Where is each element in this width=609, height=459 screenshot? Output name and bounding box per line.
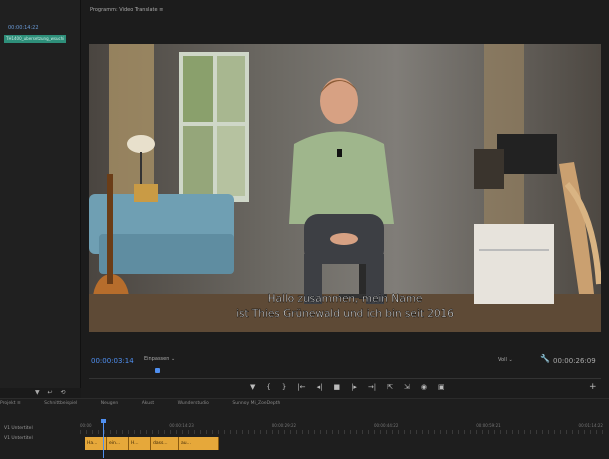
- tv: [497, 134, 557, 174]
- quality-label: Voll: [498, 357, 507, 363]
- monitor-playhead[interactable]: [155, 368, 160, 373]
- current-timecode[interactable]: 00:00:03:14: [91, 357, 134, 365]
- chevron-down-icon: ⌄: [508, 357, 513, 363]
- subtitle-clip[interactable]: au...: [179, 437, 219, 450]
- left-timecode: 00:00:14:22: [8, 25, 39, 31]
- subtitle-clip[interactable]: ein...: [107, 437, 129, 450]
- timeline-ruler[interactable]: [80, 430, 605, 434]
- tab-project[interactable]: Projekt ≡: [0, 401, 21, 406]
- tick-label: 00:00:59:21: [476, 423, 501, 428]
- extract-button[interactable]: ⇲: [404, 383, 410, 395]
- tab-sequence-3[interactable]: Akust: [142, 401, 155, 406]
- tick-label: 00:01:14:22: [578, 423, 603, 428]
- fit-dropdown[interactable]: Einpassen ⌄: [144, 356, 180, 364]
- track-label[interactable]: V1 Untertitel: [4, 424, 33, 434]
- subtitle-line-1: Hallo zusammen, mein Name: [268, 293, 423, 305]
- play-stop-button[interactable]: ■: [333, 383, 340, 395]
- transport-controls: ▼ { } |← ◂| ■ |▸ →| ⇱ ⇲ ◉ ▣: [250, 383, 445, 395]
- mark-out-button[interactable]: }: [282, 383, 286, 395]
- lift-button[interactable]: ⇱: [387, 383, 393, 395]
- left-tool-icons[interactable]: ▼ ↩ ⟲: [35, 389, 68, 396]
- tab-sequence-2[interactable]: Neugen: [101, 401, 118, 406]
- go-to-in-button[interactable]: |←: [297, 383, 305, 395]
- monitor-title[interactable]: Programm: Video Translate ≡: [90, 7, 163, 13]
- camera-icon[interactable]: ◉: [421, 383, 427, 395]
- subtitle-clip[interactable]: dass...: [151, 437, 179, 450]
- fit-label: Einpassen: [144, 356, 170, 362]
- chevron-down-icon: ⌄: [171, 356, 176, 362]
- wrench-icon[interactable]: 🔧: [540, 354, 550, 363]
- timeline-timecodes: 00:00 00:00:14:23 00:00:29:22 00:00:44:2…: [80, 423, 609, 428]
- tab-sequence-4[interactable]: Wunderstudio: [178, 401, 209, 406]
- person-head: [320, 78, 358, 124]
- compare-button[interactable]: ▣: [438, 383, 445, 395]
- lamp-shade: [127, 135, 155, 153]
- subtitle-track: Ha... ein... H... dass... au...: [85, 437, 219, 450]
- source-clip[interactable]: TH1400_ubersetzung_wsuchi: [4, 35, 66, 43]
- track-label[interactable]: V1 Untertitel: [4, 434, 33, 444]
- monitor-ruler[interactable]: [89, 370, 601, 379]
- duration-timecode: 00:00:26:09: [553, 357, 596, 365]
- timeline-playhead[interactable]: [103, 421, 104, 458]
- tick-label: 00:00:14:23: [169, 423, 194, 428]
- mark-in-button[interactable]: {: [266, 383, 270, 395]
- add-button[interactable]: +: [589, 382, 597, 392]
- track-headers: V1 Untertitel V1 Untertitel: [4, 424, 33, 444]
- video-scene: Hallo zusammen, mein Name ist Thies Grün…: [89, 44, 601, 332]
- tick-label: 00:00: [80, 423, 92, 428]
- shelf: [474, 224, 554, 304]
- video-frame: Hallo zusammen, mein Name ist Thies Grün…: [89, 44, 601, 332]
- subtitle-clip[interactable]: H...: [129, 437, 151, 450]
- left-panel: [0, 0, 81, 388]
- tick-label: 00:00:29:22: [271, 423, 297, 428]
- person-hands: [330, 233, 358, 245]
- tab-sequence-5[interactable]: Sunnoy Mi_ZoeDepth: [232, 401, 280, 406]
- person-shirt: [289, 131, 394, 224]
- tab-sequence-1[interactable]: Schnittbeispiel: [44, 401, 77, 406]
- timeline-tabs: Projekt ≡ Schnittbeispiel Neugen Akust W…: [0, 401, 302, 406]
- subtitle-line-2: ist Thies Grünewald und ich bin seit 201…: [236, 308, 454, 320]
- quality-dropdown[interactable]: Voll ⌄: [498, 357, 513, 363]
- marker-button[interactable]: ▼: [250, 383, 255, 395]
- tick-label: 00:00:44:22: [373, 423, 399, 428]
- go-to-out-button[interactable]: →|: [368, 383, 376, 395]
- step-forward-button[interactable]: |▸: [351, 383, 357, 395]
- step-back-button[interactable]: ◂|: [317, 383, 323, 395]
